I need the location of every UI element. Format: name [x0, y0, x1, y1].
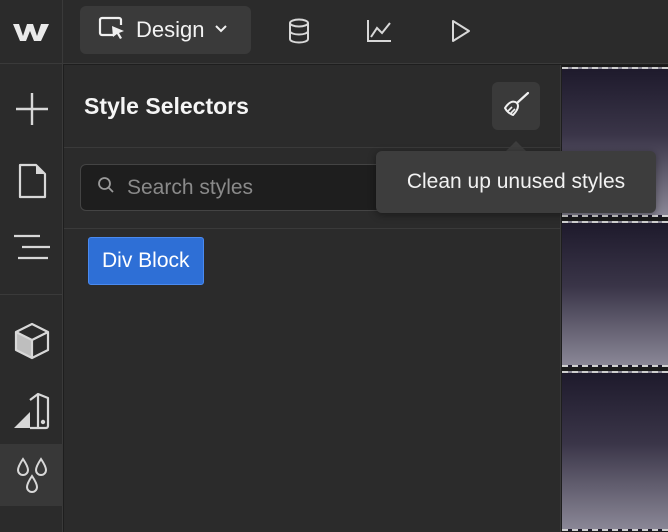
- search-styles-input[interactable]: [127, 175, 387, 200]
- navigator-icon[interactable]: [0, 216, 63, 278]
- page-icon[interactable]: [0, 150, 63, 212]
- design-mode-button[interactable]: Design: [80, 6, 251, 54]
- panel-title: Style Selectors: [84, 93, 249, 119]
- assets-icon[interactable]: [0, 380, 63, 442]
- components-icon[interactable]: [0, 310, 63, 372]
- add-icon[interactable]: [0, 78, 63, 140]
- style-selector-tag[interactable]: Div Block: [88, 237, 204, 285]
- analytics-icon[interactable]: [362, 14, 396, 48]
- canvas-element[interactable]: [562, 371, 668, 531]
- chevron-down-icon: [214, 21, 228, 39]
- canvas-preview[interactable]: [562, 65, 668, 532]
- database-icon[interactable]: [282, 14, 316, 48]
- canvas-element[interactable]: [562, 221, 668, 367]
- webflow-logo-icon[interactable]: [0, 0, 63, 64]
- search-styles-field[interactable]: [80, 164, 410, 211]
- play-icon[interactable]: [443, 14, 477, 48]
- search-icon: [97, 176, 115, 199]
- broom-icon: [501, 91, 531, 122]
- cleanup-tooltip: Clean up unused styles: [376, 151, 656, 213]
- mode-label: Design: [136, 17, 205, 42]
- style-selectors-panel: Style Selectors Div Block: [64, 65, 561, 532]
- styles-icon[interactable]: [0, 444, 63, 506]
- left-toolbar: [0, 64, 63, 532]
- clean-up-styles-button[interactable]: [492, 82, 540, 130]
- top-bar: Design: [0, 0, 668, 64]
- cursor-select-icon: [98, 15, 126, 46]
